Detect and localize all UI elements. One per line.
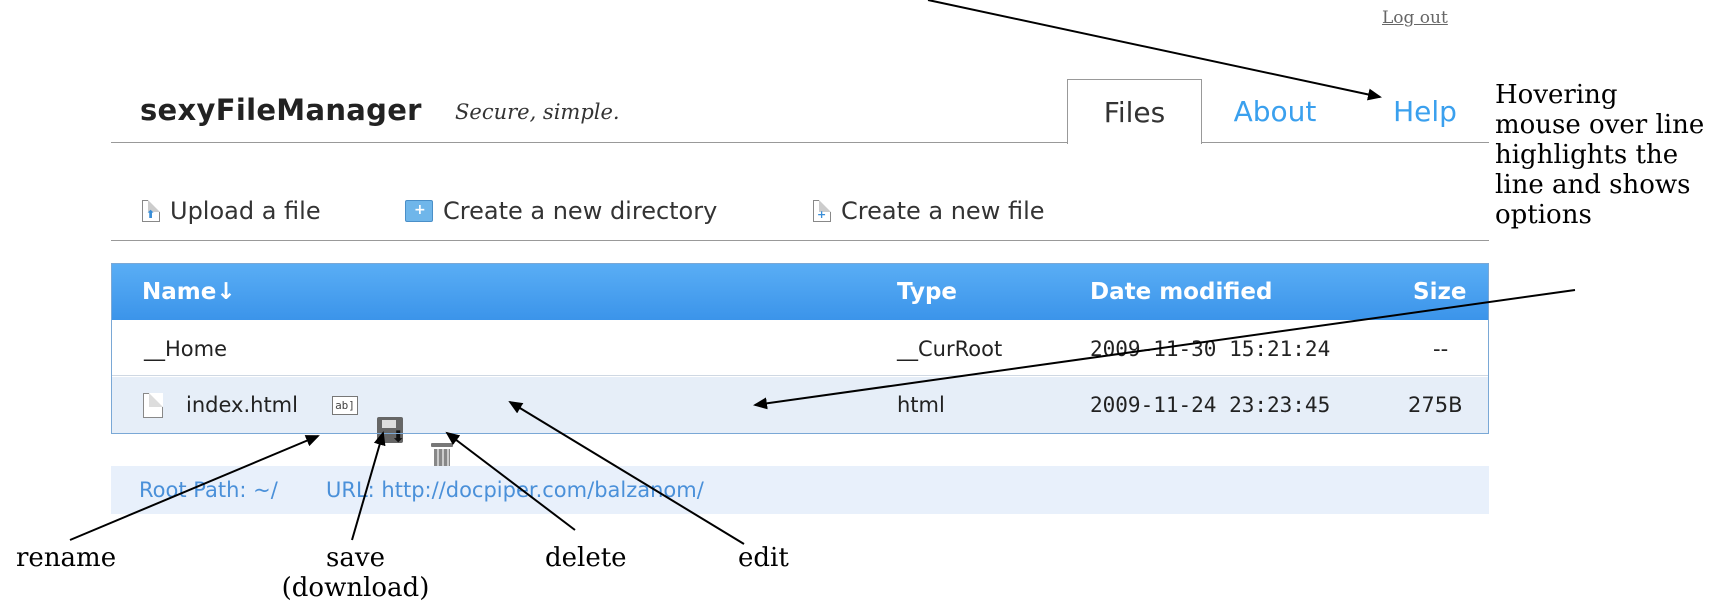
annotation-line: save [326,543,385,573]
arrow-to-delete [445,431,576,531]
arrow-to-rename [69,435,320,541]
arrow-to-help [927,0,1382,101]
annotation-edit: edit [738,543,789,573]
arrow-to-save [351,431,386,541]
annotation-line: mouse over line [1495,110,1705,140]
annotation-delete: delete [545,543,627,573]
annotation-line: Hovering [1495,80,1618,110]
annotation-line: line and shows [1495,170,1691,200]
annotation-line: options [1495,200,1592,230]
annotation-save: save (download) [268,543,443,603]
arrow-to-edit [508,400,745,545]
annotation-hover-note: Hovering mouse over line highlights the … [1495,80,1704,230]
annotation-line: (download) [281,573,430,603]
annotation-rename: rename [16,543,117,573]
arrow-to-hovered-row [753,289,1576,410]
annotation-line: highlights the [1495,140,1679,170]
annotation-arrows [69,0,1576,545]
